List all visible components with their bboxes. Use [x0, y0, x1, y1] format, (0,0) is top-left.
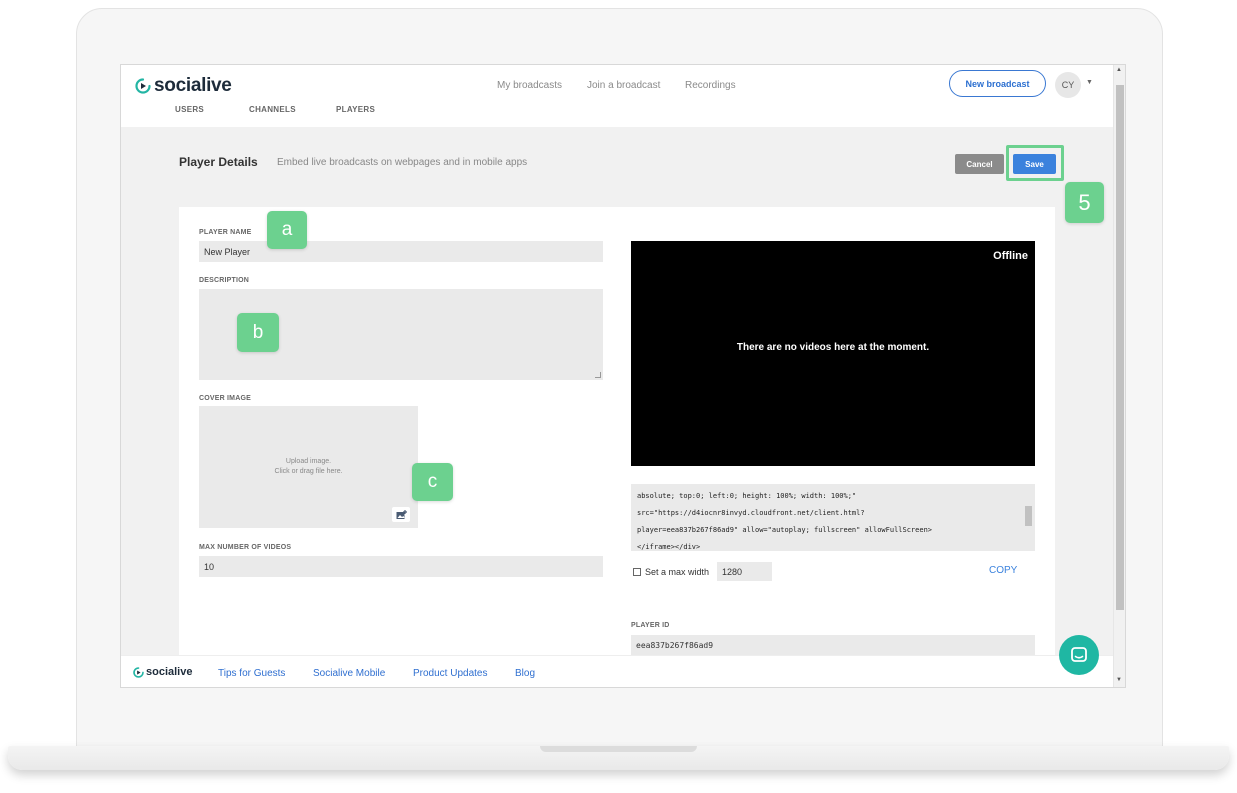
max-width-input[interactable]: 1280 — [717, 562, 773, 581]
footer-link-tips[interactable]: Tips for Guests — [218, 668, 285, 679]
page-title: Player Details — [179, 155, 258, 169]
resize-handle-icon[interactable] — [595, 372, 601, 378]
footer-brand-name: socialive — [146, 666, 193, 678]
footer-link-mobile[interactable]: Socialive Mobile — [313, 668, 385, 679]
nav-my-broadcasts[interactable]: My broadcasts — [497, 80, 562, 91]
scroll-up-icon[interactable]: ▲ — [1116, 67, 1122, 73]
description-label: DESCRIPTION — [199, 277, 250, 284]
max-width-label: Set a max width — [645, 566, 710, 577]
footer-link-blog[interactable]: Blog — [515, 668, 535, 679]
save-highlight-frame — [1006, 145, 1064, 181]
embed-code-line-2: src="https://d4iocnr8invyd.cloudfront.ne… — [637, 509, 865, 517]
app-screen: socialive USERS CHANNELS PLAYERS My broa… — [120, 64, 1126, 688]
scroll-down-icon[interactable]: ▼ — [1116, 677, 1122, 683]
embed-code-line-1: absolute; top:0; left:0; height: 100%; w… — [637, 492, 857, 500]
page-subtitle: Embed live broadcasts on webpages and in… — [277, 157, 528, 168]
embed-code-textarea[interactable]: absolute; top:0; left:0; height: 100%; w… — [631, 484, 1035, 551]
image-upload-icon[interactable] — [392, 507, 410, 522]
avatar[interactable]: CY — [1055, 72, 1081, 98]
embed-code-scroll-thumb[interactable] — [1025, 506, 1032, 526]
player-details-card: PLAYER NAME New Player DESCRIPTION COVER… — [179, 207, 1055, 667]
player-id-label: PLAYER ID — [631, 622, 670, 629]
annotation-badge-c: c — [412, 463, 453, 501]
cover-image-label: COVER IMAGE — [199, 395, 251, 402]
annotation-badge-a: a — [267, 211, 307, 249]
nav-recordings[interactable]: Recordings — [685, 80, 736, 91]
annotation-badge-step-5: 5 — [1065, 182, 1104, 223]
max-videos-label: MAX NUMBER OF VIDEOS — [199, 544, 292, 551]
max-videos-input[interactable]: 10 — [199, 556, 603, 577]
max-width-checkbox[interactable] — [633, 567, 641, 576]
page-scrollbar[interactable]: ▲ ▼ — [1113, 65, 1125, 687]
subnav-users[interactable]: USERS — [175, 105, 204, 114]
cover-upload-line2: Click or drag file here. — [274, 468, 343, 475]
chat-icon[interactable] — [1059, 635, 1099, 675]
footer-link-updates[interactable]: Product Updates — [413, 668, 488, 679]
new-broadcast-button[interactable]: New broadcast — [949, 70, 1046, 97]
player-name-label: PLAYER NAME — [199, 229, 252, 236]
subnav-channels[interactable]: CHANNELS — [249, 105, 296, 114]
play-logo-icon — [133, 666, 144, 678]
embed-code-scrollbar[interactable] — [1023, 484, 1035, 551]
cancel-button[interactable]: Cancel — [955, 154, 1004, 174]
player-name-input[interactable]: New Player — [199, 241, 603, 262]
play-logo-icon — [135, 78, 151, 94]
cover-upload-line1: Upload image. — [285, 458, 332, 465]
offline-status: Offline — [993, 250, 1028, 262]
brand-logo[interactable]: socialive — [135, 75, 232, 97]
top-header: socialive USERS CHANNELS PLAYERS My broa… — [121, 65, 1113, 127]
annotation-badge-b: b — [237, 313, 279, 352]
video-preview: Offline There are no videos here at the … — [631, 241, 1035, 466]
laptop-notch — [540, 746, 697, 752]
player-id-field[interactable]: eea837b267f86ad9 — [631, 635, 1035, 656]
no-videos-message: There are no videos here at the moment. — [736, 342, 930, 353]
max-width-row: Set a max width 1280 — [633, 562, 773, 581]
brand-name: socialive — [154, 75, 232, 96]
footer: socialive Tips for Guests Socialive Mobi… — [121, 655, 1113, 687]
footer-logo[interactable]: socialive — [133, 666, 192, 678]
embed-code-line-4: </iframe></div> — [637, 543, 701, 551]
page-scroll-thumb[interactable] — [1116, 85, 1124, 610]
embed-code-line-3: player=eea837b267f86ad9" allow="autoplay… — [637, 526, 933, 534]
nav-join-broadcast[interactable]: Join a broadcast — [587, 80, 660, 91]
chevron-down-icon[interactable]: ▼ — [1086, 79, 1093, 86]
subnav-players[interactable]: PLAYERS — [336, 105, 375, 114]
copy-button[interactable]: COPY — [989, 565, 1017, 576]
cover-image-dropzone[interactable]: Upload image. Click or drag file here. — [199, 406, 418, 528]
